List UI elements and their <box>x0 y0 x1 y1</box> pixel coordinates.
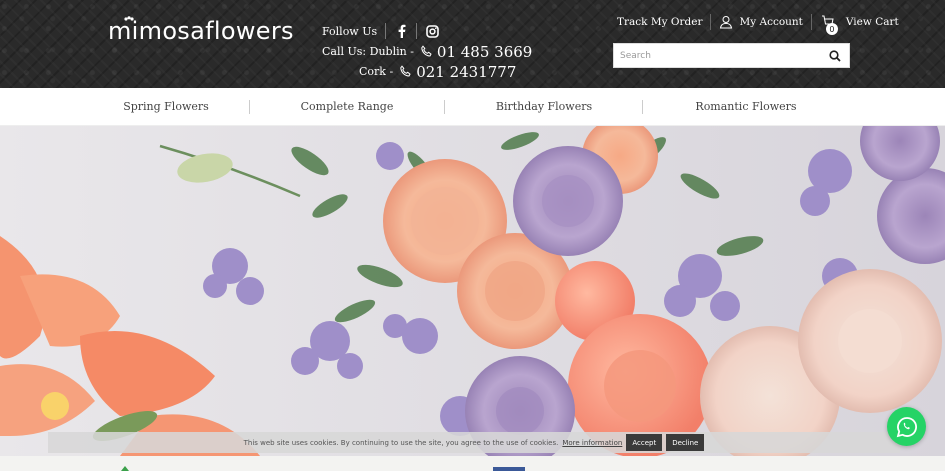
follow-us: Follow Us <box>322 23 439 39</box>
cork-label: Cork - <box>359 65 394 78</box>
divider <box>416 23 418 39</box>
divider <box>810 14 812 30</box>
track-order-link[interactable]: Track My Order <box>617 16 702 28</box>
nav-item-romantic-flowers[interactable]: Romantic Flowers <box>680 88 812 126</box>
my-account-link[interactable]: My Account <box>739 16 802 28</box>
divider <box>710 14 712 30</box>
dublin-phone-number[interactable]: 01 485 3669 <box>437 43 532 61</box>
user-icon <box>719 15 733 29</box>
cart-icon[interactable]: 0 <box>820 15 838 35</box>
hero-banner-image[interactable] <box>0 126 945 456</box>
call-us: Call Us: Dublin - 01 485 3669 Cork - 021… <box>322 43 532 81</box>
nav-divider <box>249 100 250 114</box>
nav-item-complete-range[interactable]: Complete Range <box>281 88 413 126</box>
whatsapp-icon[interactable] <box>887 407 926 446</box>
call-cork: Cork - 021 2431777 <box>322 63 532 81</box>
search-input[interactable] <box>614 44 824 67</box>
phone-icon <box>399 65 412 78</box>
phone-icon <box>420 45 433 58</box>
call-dublin: Call Us: Dublin - 01 485 3669 <box>322 43 532 61</box>
cart-count-badge: 0 <box>825 23 838 35</box>
nav-item-birthday-flowers[interactable]: Birthday Flowers <box>478 88 610 126</box>
divider <box>385 23 387 39</box>
flower-bouquet-illustration <box>0 126 945 456</box>
nav-item-spring-flowers[interactable]: Spring Flowers <box>100 88 232 126</box>
cookie-more-info-link[interactable]: More information <box>562 439 622 447</box>
partial-badge-icon <box>493 467 525 471</box>
search-box <box>613 43 850 68</box>
search-icon[interactable] <box>824 44 846 67</box>
view-cart-link[interactable]: View Cart <box>846 16 899 28</box>
facebook-icon[interactable] <box>394 24 408 38</box>
follow-us-label: Follow Us <box>322 24 378 38</box>
cookie-accept-button[interactable]: Accept <box>626 434 663 451</box>
dublin-label: Call Us: Dublin - <box>322 45 414 58</box>
cookie-notice: This web site uses cookies. By continuin… <box>48 432 900 453</box>
cookie-decline-button[interactable]: Decline <box>666 434 705 451</box>
cookie-notice-text: This web site uses cookies. By continuin… <box>243 438 559 447</box>
cork-phone-number[interactable]: 021 2431777 <box>416 63 516 81</box>
site-logo[interactable]: mimosaflowers <box>108 17 294 45</box>
nav-divider <box>642 100 643 114</box>
logo-flower-icon <box>124 16 134 21</box>
site-header: mimosaflowers Follow Us Call Us: Dublin … <box>0 0 945 88</box>
instagram-icon[interactable] <box>425 24 439 38</box>
footer-strip <box>0 456 945 471</box>
account-links: Track My Order My Account 0 View Cart <box>617 14 899 35</box>
nav-divider <box>444 100 445 114</box>
main-nav: Spring Flowers Complete Range Birthday F… <box>0 88 945 126</box>
